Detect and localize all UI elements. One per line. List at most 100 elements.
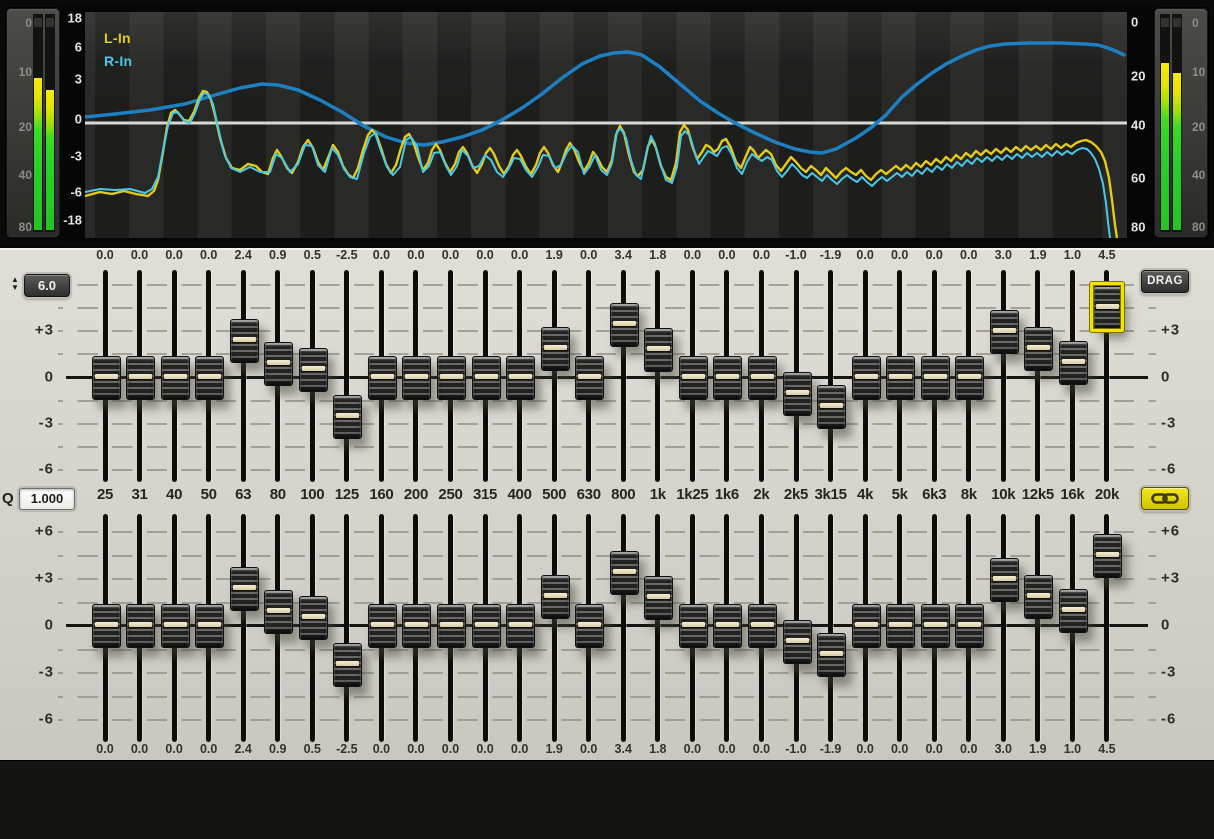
fader-handle[interactable] bbox=[126, 604, 155, 648]
fader-handle[interactable] bbox=[990, 558, 1019, 602]
drag-mode-button[interactable]: DRAG bbox=[1141, 270, 1189, 293]
fader-track[interactable] bbox=[344, 514, 349, 742]
fader-track[interactable] bbox=[1035, 514, 1040, 742]
fader-track[interactable] bbox=[621, 514, 626, 742]
fader-handle[interactable] bbox=[506, 604, 535, 648]
smoothed-spectrum-curve bbox=[85, 43, 1124, 153]
fader-handle[interactable] bbox=[955, 604, 984, 648]
fader-track[interactable] bbox=[655, 514, 660, 742]
fader-handle[interactable] bbox=[230, 319, 259, 363]
fader-track[interactable] bbox=[621, 270, 626, 482]
fader-handle-mark bbox=[95, 622, 118, 627]
fader-handle[interactable] bbox=[955, 356, 984, 400]
fader-handle[interactable] bbox=[506, 356, 535, 400]
q-label: Q bbox=[2, 490, 18, 507]
meter-scale-label: 40 bbox=[10, 168, 32, 182]
fader-handle[interactable] bbox=[886, 356, 915, 400]
fader-handle[interactable] bbox=[575, 356, 604, 400]
fader-handle[interactable] bbox=[748, 356, 777, 400]
fader-track[interactable] bbox=[241, 270, 246, 482]
fader-handle[interactable] bbox=[783, 372, 812, 416]
fader-handle[interactable] bbox=[299, 596, 328, 640]
fader-handle[interactable] bbox=[195, 356, 224, 400]
fader-handle[interactable] bbox=[161, 604, 190, 648]
range-stepper-arrows-icon[interactable]: ▲▼ bbox=[9, 276, 21, 292]
fader-handle[interactable] bbox=[748, 604, 777, 648]
fader-handle[interactable] bbox=[644, 328, 673, 372]
fader-handle[interactable] bbox=[368, 604, 397, 648]
fader-handle[interactable] bbox=[299, 348, 328, 392]
fader-handle[interactable] bbox=[852, 604, 881, 648]
fader-handle[interactable] bbox=[230, 567, 259, 611]
fader-track[interactable] bbox=[828, 514, 833, 742]
fader-handle[interactable] bbox=[1024, 575, 1053, 619]
fader-handle[interactable] bbox=[437, 604, 466, 648]
fader-handle[interactable] bbox=[679, 356, 708, 400]
legend-l-in: L-In bbox=[104, 30, 131, 46]
fader-track[interactable] bbox=[828, 270, 833, 482]
fader-handle[interactable] bbox=[575, 604, 604, 648]
band-gain-value[interactable]: 4.5 bbox=[1085, 248, 1129, 262]
fader-handle[interactable] bbox=[921, 604, 950, 648]
fader-handle[interactable] bbox=[333, 643, 362, 687]
fader-handle[interactable] bbox=[161, 356, 190, 400]
fader-handle[interactable] bbox=[92, 356, 121, 400]
fader-handle-mark bbox=[751, 374, 774, 379]
fader-handle[interactable] bbox=[1093, 534, 1122, 578]
fader-track[interactable] bbox=[552, 514, 557, 742]
fader-track[interactable] bbox=[241, 514, 246, 742]
fader-handle-mark bbox=[1062, 359, 1085, 364]
fader-handle[interactable] bbox=[1059, 589, 1088, 633]
fader-handle[interactable] bbox=[644, 576, 673, 620]
link-channels-button[interactable] bbox=[1141, 487, 1189, 510]
fader-handle[interactable] bbox=[713, 356, 742, 400]
fader-track[interactable] bbox=[655, 270, 660, 482]
fader-handle[interactable] bbox=[333, 395, 362, 439]
fader-handle[interactable] bbox=[1024, 327, 1053, 371]
fader-handle[interactable] bbox=[472, 604, 501, 648]
fader-handle[interactable] bbox=[541, 575, 570, 619]
fader-handle-mark bbox=[267, 608, 290, 613]
fader-handle-mark bbox=[336, 413, 359, 418]
fader-handle-mark bbox=[786, 390, 809, 395]
fader-track[interactable] bbox=[1001, 514, 1006, 742]
gain-tick-line bbox=[58, 696, 1156, 698]
fader-handle[interactable] bbox=[541, 327, 570, 371]
fader-handle[interactable] bbox=[402, 356, 431, 400]
fader-handle[interactable] bbox=[713, 604, 742, 648]
fader-track[interactable] bbox=[1001, 270, 1006, 482]
range-value-button[interactable]: 6.0 bbox=[24, 274, 70, 297]
fader-handle[interactable] bbox=[264, 342, 293, 386]
fader-handle[interactable] bbox=[126, 356, 155, 400]
fader-handle-mark bbox=[958, 622, 981, 627]
fader-handle[interactable] bbox=[437, 356, 466, 400]
fader-handle[interactable] bbox=[783, 620, 812, 664]
fader-handle[interactable] bbox=[264, 590, 293, 634]
meter-level-bar bbox=[1173, 73, 1181, 230]
spectrum-axis-label: -3 bbox=[58, 149, 82, 164]
band-gain-value[interactable]: 4.5 bbox=[1085, 742, 1129, 756]
fader-handle[interactable] bbox=[817, 633, 846, 677]
fader-handle[interactable] bbox=[1059, 341, 1088, 385]
fader-handle-mark bbox=[164, 374, 187, 379]
fader-track[interactable] bbox=[552, 270, 557, 482]
fader-handle[interactable] bbox=[886, 604, 915, 648]
fader-handle[interactable] bbox=[679, 604, 708, 648]
fader-handle[interactable] bbox=[195, 604, 224, 648]
spectrum-axis-label: -6 bbox=[58, 185, 82, 200]
fader-handle-mark bbox=[993, 576, 1016, 581]
fader-handle[interactable] bbox=[472, 356, 501, 400]
fader-handle[interactable] bbox=[990, 310, 1019, 354]
fader-handle[interactable] bbox=[92, 604, 121, 648]
fader-handle[interactable] bbox=[402, 604, 431, 648]
q-value-field[interactable]: 1.000 bbox=[19, 488, 75, 510]
fader-handle[interactable] bbox=[610, 303, 639, 347]
fader-handle[interactable] bbox=[610, 551, 639, 595]
fader-handle[interactable] bbox=[852, 356, 881, 400]
fader-handle[interactable] bbox=[817, 385, 846, 429]
fader-track[interactable] bbox=[1035, 270, 1040, 482]
spectrum-curves bbox=[85, 12, 1127, 238]
fader-handle[interactable] bbox=[921, 356, 950, 400]
fader-track[interactable] bbox=[344, 270, 349, 482]
fader-handle[interactable] bbox=[368, 356, 397, 400]
